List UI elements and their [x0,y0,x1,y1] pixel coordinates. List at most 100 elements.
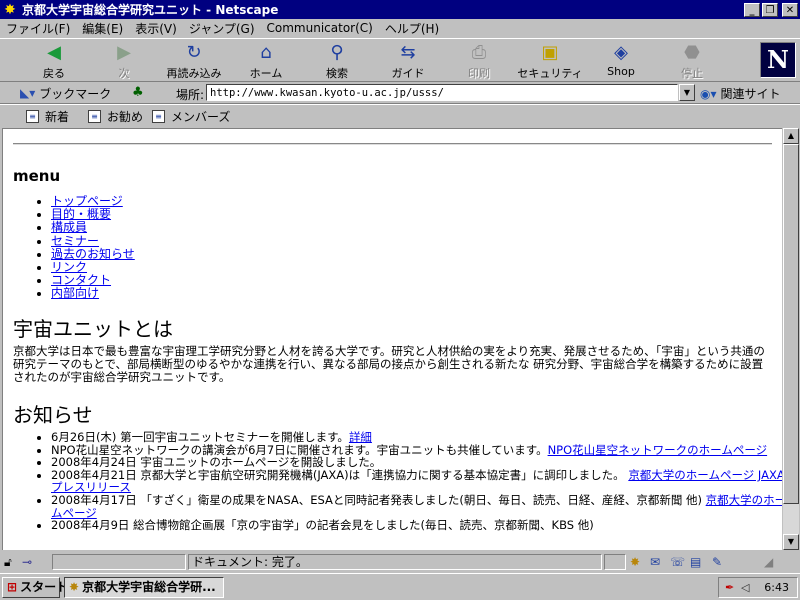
menu-help[interactable]: ヘルプ(H) [379,20,445,37]
news-link[interactable]: NPO花山星空ネットワークのホームページ [548,443,768,457]
location-toolbar: ◣▾ ブックマーク ♣ 場所: ▼ ◉▾ 関連サイト [0,82,800,104]
mail-icon[interactable]: ✉ [650,555,660,569]
link-internal[interactable]: 内部向け [51,286,99,300]
news-text: 2008年4月9日 総合博物館企画展「京の宇宙学」の記者会見をしました(毎日、読… [51,518,594,533]
bookmark-page-icon: ≡ [26,110,39,123]
bookmarks-label: ブックマーク [39,86,112,101]
personal-item-label: メンバーズ [171,110,231,124]
window-title: 京都大学宇宙総合学研究ユニット - Netscape [22,3,279,17]
news-item: 2008年4月17日 「すざく」衛星の成果をNASA、ESAと同時記者発表しまし… [51,494,782,519]
system-tray: ✒ ◁ 6:43 [718,577,798,598]
bookmarks-button[interactable]: ◣▾ ブックマーク [20,84,111,102]
scroll-up-button[interactable]: ▲ [783,128,799,144]
guide-button-label: ガイド [391,67,425,80]
windows-logo-icon: ⊞ [7,580,18,594]
forward-button-label: 次 [118,67,130,80]
start-button[interactable]: ⊞ スタート [2,577,68,598]
navigator-icon[interactable]: ✸ [630,555,640,569]
reload-icon: ↻ [186,42,202,63]
search-button-label: 検索 [326,67,348,80]
shop-button[interactable]: ◈ Shop [587,41,655,81]
search-button[interactable]: ⚲ 検索 [303,41,371,81]
clock: 6:43 [764,581,789,594]
news-heading: お知らせ [13,403,93,427]
taskbar-netscape-window[interactable]: ✸ 京都大学宇宙総合学研... [64,577,224,598]
page-proxy-icon[interactable]: ♣ [132,85,144,100]
personal-item-members[interactable]: ≡ メンバーズ [152,108,230,125]
shop-button-label: Shop [607,65,635,78]
volume-icon[interactable]: ◁ [741,578,749,597]
status-bar: 🔓︎ ⊸ ドキュメント: 完了。 ✸ ✉ ☏ ▤ ✎ ◢ [0,552,800,572]
menu-edit[interactable]: 編集(E) [76,20,129,37]
close-button[interactable]: ✕ [782,2,798,17]
forward-button[interactable]: ▶ 次 [90,41,158,81]
link-purpose-overview[interactable]: 目的・概要 [51,207,111,221]
personal-item-whats-new[interactable]: ≡ 新着 [26,108,69,125]
news-text: 2008年4月21日 京都大学と宇宙航空研究開発機構(JAXA)は「連携協力に関… [51,467,625,482]
stop-icon: ⬣ [684,42,700,63]
reload-button[interactable]: ↻ 再読み込み [160,41,228,81]
related-sites-button[interactable]: ◉▾ 関連サイト [700,85,781,102]
windows-taskbar: ⊞ スタート ✸ 京都大学宇宙総合学研... ✒ ◁ 6:43 [0,573,800,600]
location-label: 場所: [176,88,205,102]
back-button-label: 戻る [43,67,65,80]
guide-button[interactable]: ⇆ ガイド [374,41,442,81]
navigation-toolbar: ◀ 戻る ▶ 次 ↻ 再読み込み ⌂ ホーム ⚲ 検索 ⇆ ガイド ⎙ 印刷 ▣… [0,38,800,82]
personal-item-recommended[interactable]: ≡ お勧め [88,108,143,125]
resize-grip-icon[interactable]: ◢ [764,555,773,569]
netscape-logo[interactable]: N [760,42,796,78]
status-spacer [604,554,626,570]
security-button[interactable]: ▣ セキュリティ [516,41,584,81]
address-book-icon[interactable]: ▤ [690,555,701,569]
link-past-news[interactable]: 過去のお知らせ [51,247,135,261]
netscape-task-icon: ✸ [69,580,80,594]
link-members[interactable]: 構成員 [51,220,87,234]
bookmarks-icon: ◣▾ [20,86,36,100]
composer-icon[interactable]: ✎ [712,555,722,569]
scroll-thumb[interactable] [783,144,799,504]
personal-item-label: 新着 [45,110,70,124]
task-label: 京都大学宇宙総合学研... [82,580,216,594]
security-lock-icon: ▣ [541,42,559,63]
menu-go[interactable]: ジャンプ(G) [183,20,261,37]
stop-button[interactable]: ⬣ 停止 [658,41,726,81]
about-paragraph: 京都大学は日本で最も豊富な宇宙理工学研究分野と人材を誇る大学です。研究と人材供給… [13,344,765,384]
bookmark-page-icon: ≡ [88,110,101,123]
back-button[interactable]: ◀ 戻る [20,41,88,81]
print-button-label: 印刷 [468,67,490,80]
url-dropdown-button[interactable]: ▼ [679,84,695,101]
print-icon: ⎙ [471,42,487,63]
personal-toolbar: ≡ 新着 ≡ お勧め ≡ メンバーズ [0,104,800,126]
menu-heading: menu [13,167,61,185]
forward-arrow-icon: ▶ [117,42,131,63]
window-title-bar[interactable]: ✸ 京都大学宇宙総合学研究ユニット - Netscape _ ❐ ✕ [0,0,800,19]
about-heading: 宇宙ユニットとは [13,317,173,341]
menu-communicator[interactable]: Communicator(C) [261,21,379,35]
link-top-page[interactable]: トップページ [51,194,123,208]
print-button[interactable]: ⎙ 印刷 [445,41,513,81]
menu-file[interactable]: ファイル(F) [0,20,76,37]
vertical-scrollbar[interactable]: ▲ ▼ [783,128,799,550]
home-icon: ⌂ [260,42,272,63]
link-seminar[interactable]: セミナー [51,234,99,248]
home-button[interactable]: ⌂ ホーム [232,41,300,81]
newsgroups-icon[interactable]: ☏ [670,555,685,569]
news-item: 2008年4月21日 京都大学と宇宙航空研究開発機構(JAXA)は「連携協力に関… [51,467,782,494]
menu-view[interactable]: 表示(V) [129,20,183,37]
ime-pen-icon[interactable]: ✒ [725,578,734,597]
minimize-button[interactable]: _ [744,2,760,17]
maximize-button[interactable]: ❐ [762,2,778,17]
shop-bag-icon: ◈ [614,42,628,63]
status-text: ドキュメント: 完了。 [188,554,602,570]
netscape-app-icon[interactable]: ✸ [2,2,18,18]
news-item: 2008年4月9日 総合博物館企画展「京の宇宙学」の記者会見をしました(毎日、読… [51,519,782,532]
scroll-down-button[interactable]: ▼ [783,534,799,550]
link-links[interactable]: リンク [51,260,87,274]
news-text: 2008年4月17日 「すざく」衛星の成果をNASA、ESAと同時記者発表しまし… [51,492,702,507]
related-sites-icon: ◉▾ [700,86,717,101]
online-status-icon[interactable]: ⊸ [22,555,32,569]
security-status-icon[interactable]: 🔓︎ [4,555,12,570]
stop-button-label: 停止 [681,67,703,80]
search-icon: ⚲ [330,42,344,63]
url-input[interactable] [206,84,678,101]
